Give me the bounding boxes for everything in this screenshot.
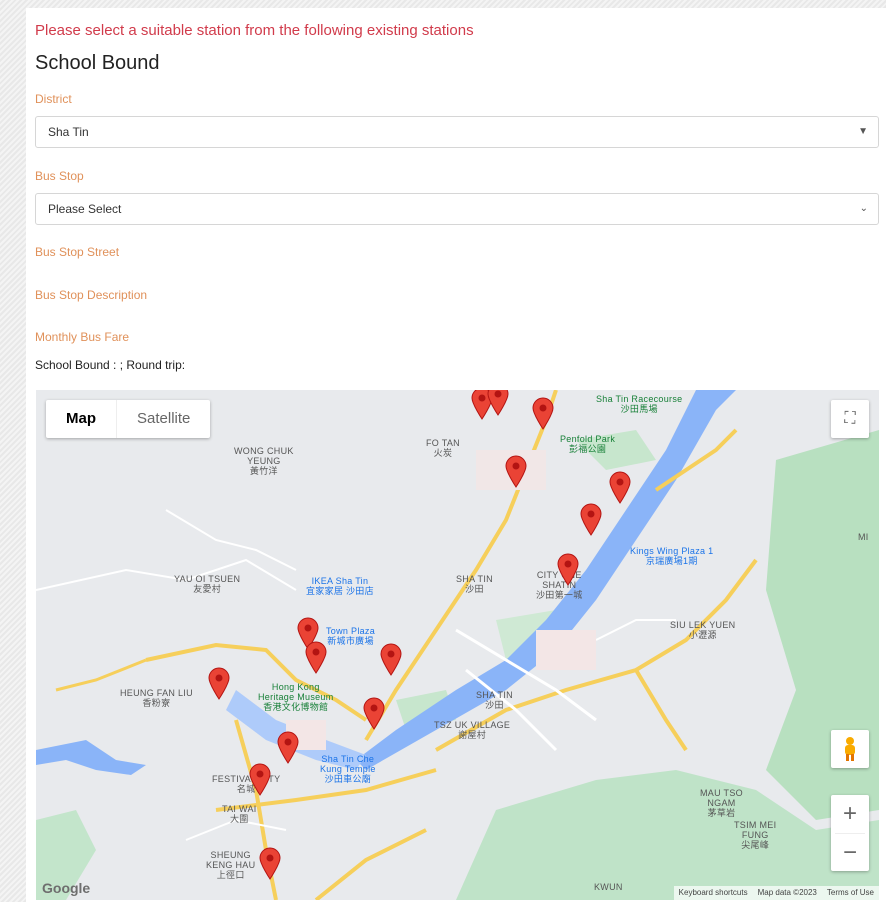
fullscreen-button[interactable]: ⛶ bbox=[831, 400, 869, 438]
monthly-bus-fare-text: School Bound : ; Round trip: bbox=[35, 358, 186, 372]
map-marker-pin-5[interactable] bbox=[608, 470, 632, 504]
pegman-icon bbox=[845, 737, 855, 761]
map-marker-pin-2[interactable] bbox=[486, 390, 510, 416]
map-marker-pin-13[interactable] bbox=[276, 730, 300, 764]
district-label: District bbox=[35, 92, 72, 106]
zoom-in-button[interactable]: + bbox=[843, 795, 857, 833]
bus-stop-value: Please Select bbox=[48, 202, 122, 216]
map-marker-pin-9[interactable] bbox=[304, 640, 328, 674]
map-pin-icon bbox=[609, 471, 631, 504]
selection-notice: Please select a suitable station from th… bbox=[35, 22, 474, 39]
map-pin-icon bbox=[532, 397, 554, 430]
map-view[interactable]: Map Satellite ⛶ + − WONG CHUK YEUNG 黃竹洋 … bbox=[36, 390, 879, 900]
map-marker-pin-10[interactable] bbox=[379, 642, 403, 676]
map-label-ikea-sha-tin: IKEA Sha Tin 宜家家居 沙田店 bbox=[306, 576, 374, 596]
map-marker-pin-14[interactable] bbox=[248, 762, 272, 796]
district-value: Sha Tin bbox=[48, 125, 89, 139]
decorative-stripe-left bbox=[0, 0, 26, 902]
map-label-tai-wai: TAI WAI 大圍 bbox=[222, 804, 257, 824]
map-footer: Keyboard shortcuts Map data ©2023 Terms … bbox=[673, 886, 879, 900]
map-label-tsim-mei-fung: TSIM MEI FUNG 尖尾峰 bbox=[734, 820, 777, 850]
map-label-fo-tan: FO TAN 火炭 bbox=[426, 438, 460, 458]
bus-stop-description-label: Bus Stop Description bbox=[35, 288, 148, 302]
station-selection-form: Please select a suitable station from th… bbox=[26, 8, 886, 902]
monthly-bus-fare-label: Monthly Bus Fare bbox=[35, 330, 130, 344]
map-label-sha-tin-upper: SHA TIN 沙田 bbox=[456, 574, 493, 594]
keyboard-shortcuts-link[interactable]: Keyboard shortcuts bbox=[679, 886, 748, 900]
map-pin-icon bbox=[487, 390, 509, 416]
map-pin-icon bbox=[249, 763, 271, 796]
map-pin-icon bbox=[580, 503, 602, 536]
map-label-kwun: KWUN bbox=[594, 882, 623, 892]
map-marker-pin-7[interactable] bbox=[556, 552, 580, 586]
map-label-heung-fan-liu: HEUNG FAN LIU 香粉寮 bbox=[120, 688, 193, 708]
map-marker-pin-12[interactable] bbox=[362, 696, 386, 730]
bus-stop-street-label: Bus Stop Street bbox=[35, 245, 120, 259]
bus-stop-label: Bus Stop bbox=[35, 169, 84, 183]
map-label-penfold-park: Penfold Park 彭福公園 bbox=[560, 434, 616, 454]
map-label-kings-wing-plaza: Kings Wing Plaza 1 京瑞廣場1期 bbox=[630, 546, 714, 566]
map-label-sheung-keng-hau: SHEUNG KENG HAU 上徑口 bbox=[206, 850, 256, 880]
google-logo: Google bbox=[42, 880, 91, 896]
map-label-mau-tso-ngam: MAU TSO NGAM 茅草岩 bbox=[700, 788, 743, 818]
map-marker-pin-3[interactable] bbox=[531, 396, 555, 430]
map-pin-icon bbox=[305, 641, 327, 674]
caret-down-icon: ▼ bbox=[858, 126, 868, 137]
bus-stop-select[interactable]: Please Select ⌄ bbox=[35, 193, 879, 225]
fullscreen-icon: ⛶ bbox=[844, 410, 856, 427]
map-pin-icon bbox=[277, 731, 299, 764]
map-pin-icon bbox=[208, 667, 230, 700]
zoom-control: + − bbox=[831, 795, 869, 871]
map-label-racecourse: Sha Tin Racecourse 沙田馬場 bbox=[596, 394, 683, 414]
map-pin-icon bbox=[505, 455, 527, 488]
map-marker-pin-6[interactable] bbox=[579, 502, 603, 536]
map-label-hk-heritage-museum: Hong Kong Heritage Museum 香港文化博物館 bbox=[258, 682, 334, 712]
map-label-siu-lek-yuen: SIU LEK YUEN 小瀝源 bbox=[670, 620, 736, 640]
map-label-town-plaza: Town Plaza 新城市廣場 bbox=[326, 626, 376, 646]
map-label-che-kung-temple: Sha Tin Che Kung Temple 沙田車公廟 bbox=[320, 754, 376, 784]
map-type-map-button[interactable]: Map bbox=[46, 400, 116, 438]
map-label-mi: MI bbox=[858, 532, 869, 542]
map-marker-pin-4[interactable] bbox=[504, 454, 528, 488]
map-pin-icon bbox=[259, 847, 281, 880]
map-label-yau-oi-tsuen: YAU OI TSUEN 友愛村 bbox=[174, 574, 241, 594]
map-label-sha-tin-lower: SHA TIN 沙田 bbox=[476, 690, 513, 710]
section-heading: School Bound bbox=[35, 52, 160, 74]
chevron-down-icon: ⌄ bbox=[859, 203, 868, 214]
map-marker-pin-11[interactable] bbox=[207, 666, 231, 700]
map-pin-icon bbox=[363, 697, 385, 730]
street-view-pegman-button[interactable] bbox=[831, 730, 869, 768]
map-pin-icon bbox=[557, 553, 579, 586]
map-label-wong-chuk-yeung: WONG CHUK YEUNG 黃竹洋 bbox=[234, 446, 294, 476]
map-type-control: Map Satellite bbox=[46, 400, 211, 438]
zoom-out-button[interactable]: − bbox=[835, 832, 865, 872]
map-pin-icon bbox=[380, 643, 402, 676]
map-data-attribution: Map data ©2023 bbox=[757, 888, 817, 897]
decorative-stripe-top bbox=[0, 0, 886, 8]
terms-of-use-link[interactable]: Terms of Use bbox=[827, 886, 874, 900]
district-select[interactable]: Sha Tin ▼ bbox=[35, 116, 879, 148]
map-marker-pin-15[interactable] bbox=[258, 846, 282, 880]
map-label-tsz-uk-village: TSZ UK VILLAGE 謝屋村 bbox=[434, 720, 511, 740]
map-type-satellite-button[interactable]: Satellite bbox=[116, 400, 210, 438]
